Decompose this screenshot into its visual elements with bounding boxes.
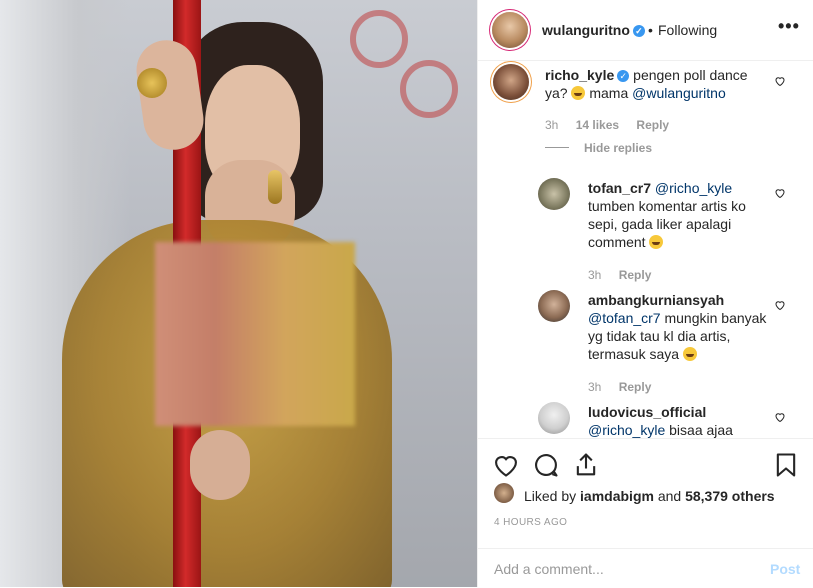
likes-prefix: Liked by <box>524 488 577 504</box>
post-timestamp[interactable]: 4 HOURS AGO <box>494 517 567 528</box>
post-sidebar: wulanguritno ✓ • Following ••• richo_kyle… <box>477 0 813 587</box>
reply-mention[interactable]: @richo_kyle <box>588 422 665 438</box>
reply-body: tumben komentar artis ko sepi, gada like… <box>588 198 746 250</box>
reply-button[interactable]: Reply <box>636 118 669 132</box>
strap-handle <box>350 10 408 68</box>
reply-avatar[interactable] <box>538 402 570 434</box>
comment-time: 3h <box>545 118 559 132</box>
censor-blur <box>155 242 355 426</box>
photo-hand-lower <box>190 430 250 500</box>
laughing-emoji-icon <box>682 347 697 361</box>
reply-text: ludovicus_official @richo_kyle bisaa aja… <box>588 403 768 438</box>
comment-body-2: mama <box>589 85 629 101</box>
reply-time: 3h <box>588 380 602 394</box>
comment-like-heart-icon[interactable] <box>774 75 786 87</box>
author-avatar[interactable] <box>492 12 528 48</box>
reply-like-heart-icon[interactable] <box>774 411 786 423</box>
reply-body: bisaa ajaa <box>669 422 733 438</box>
bookmark-icon[interactable] <box>772 451 800 479</box>
add-comment-input[interactable]: Add a comment... <box>494 561 604 577</box>
reply-time: 3h <box>588 268 602 282</box>
reply-button[interactable]: Reply <box>619 380 652 394</box>
author-username[interactable]: wulanguritno ✓ <box>542 22 645 38</box>
reply-avatar[interactable] <box>538 290 570 322</box>
reply-button[interactable]: Reply <box>619 268 652 282</box>
comment-username[interactable]: richo_kyle <box>545 67 614 83</box>
comment-avatar[interactable] <box>493 64 529 100</box>
laughing-emoji-icon <box>649 235 664 249</box>
liker-username[interactable]: iamdabigm <box>580 488 654 504</box>
laughing-emoji-icon <box>571 86 586 100</box>
comments-list[interactable]: richo_kyle ✓ pengen poll dance ya? mama @… <box>478 61 813 438</box>
liker-avatar[interactable] <box>494 483 514 503</box>
likes-and: and <box>657 488 682 504</box>
heart-icon[interactable] <box>492 451 520 479</box>
comment-text: richo_kyle ✓ pengen poll dance ya? mama @… <box>545 66 765 102</box>
verified-icon: ✓ <box>632 25 645 37</box>
reply-like-heart-icon[interactable] <box>774 187 786 199</box>
reply-username[interactable]: ambangkurniansyah <box>588 292 724 308</box>
reply-mention[interactable]: @richo_kyle <box>655 180 732 196</box>
reply-username[interactable]: ludovicus_official <box>588 404 706 420</box>
comment-meta: 3h 14 likes Reply <box>545 118 669 132</box>
reply-text: ambangkurniansyah @tofan_cr7 mungkin ban… <box>588 291 768 363</box>
post-comment-button[interactable]: Post <box>770 561 800 577</box>
reply-mention[interactable]: @tofan_cr7 <box>588 310 661 326</box>
photo-earring <box>268 170 282 204</box>
comment-icon[interactable] <box>532 451 560 479</box>
verified-icon: ✓ <box>617 70 630 82</box>
comment-likes[interactable]: 14 likes <box>576 118 619 132</box>
reply-avatar[interactable] <box>538 178 570 210</box>
hide-replies-button[interactable]: Hide replies <box>584 141 652 155</box>
reply-text: tofan_cr7 @richo_kyle tumben komentar ar… <box>588 179 768 251</box>
comment-mention[interactable]: @wulanguritno <box>632 85 726 101</box>
reply-username[interactable]: tofan_cr7 <box>588 180 651 196</box>
photo-ring <box>137 68 167 98</box>
reply-like-heart-icon[interactable] <box>774 299 786 311</box>
add-comment-bar: Add a comment... Post <box>478 548 813 588</box>
post-actions: Liked by iamdabigm and 58,379 others 4 H… <box>478 438 813 549</box>
share-icon[interactable] <box>572 451 600 479</box>
post-header: wulanguritno ✓ • Following ••• <box>478 0 813 61</box>
following-button[interactable]: Following <box>658 22 717 38</box>
post-photo[interactable] <box>0 0 477 587</box>
hide-replies-line <box>545 147 569 148</box>
reply-meta: 3h Reply <box>588 380 651 394</box>
author-name[interactable]: wulanguritno <box>542 22 630 38</box>
likes-count[interactable]: 58,379 others <box>685 488 775 504</box>
separator-dot: • <box>648 22 653 38</box>
reply-meta: 3h Reply <box>588 268 651 282</box>
strap-handle <box>400 60 458 118</box>
more-options-icon[interactable]: ••• <box>778 16 800 37</box>
